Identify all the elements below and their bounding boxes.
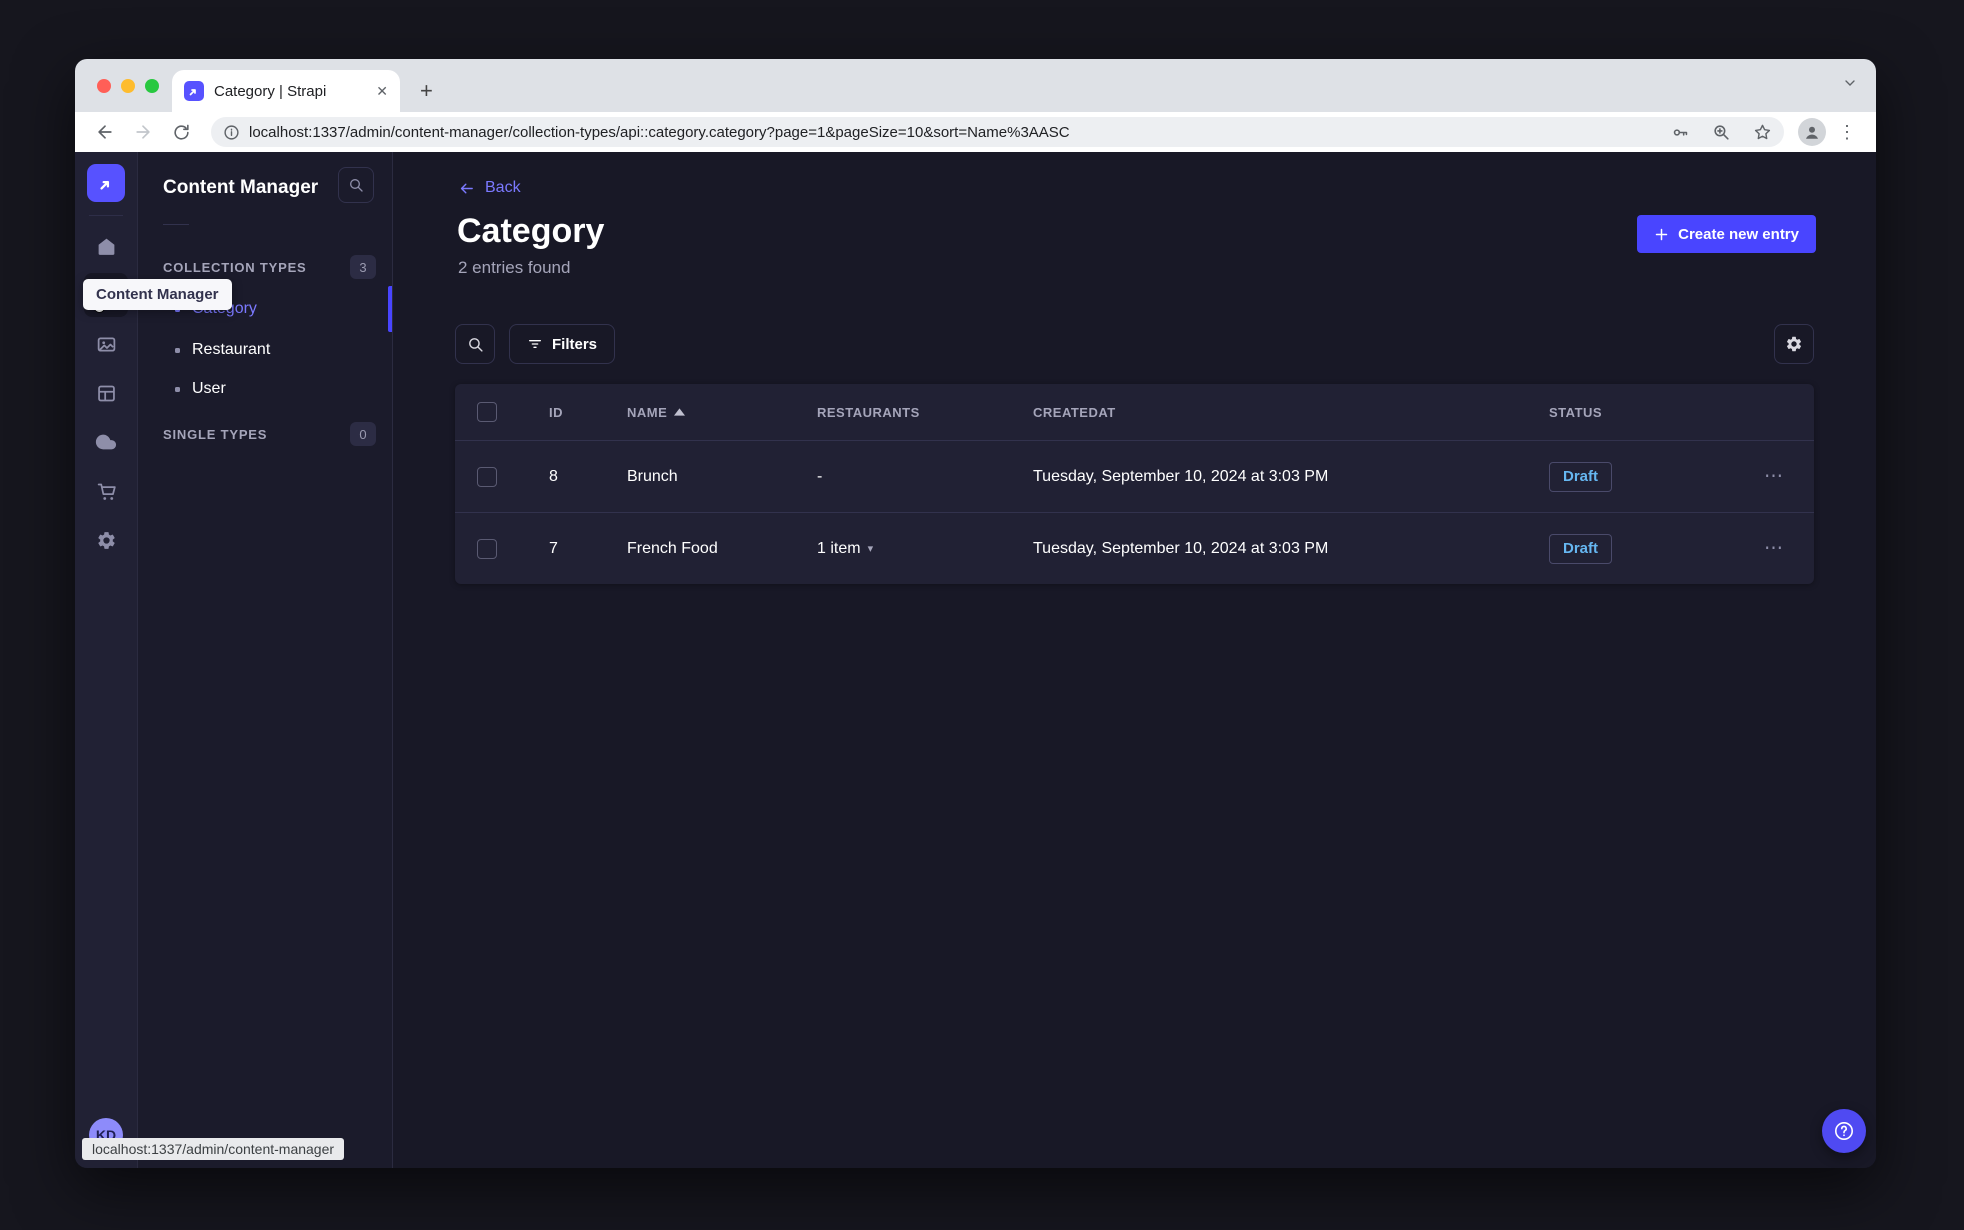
table-settings-button[interactable] xyxy=(1774,324,1814,364)
table-search-button[interactable] xyxy=(455,324,495,364)
create-button-label: Create new entry xyxy=(1678,225,1799,243)
subnav-item-label: User xyxy=(192,380,226,397)
back-label: Back xyxy=(485,179,521,196)
cell-createdat: Tuesday, September 10, 2024 at 3:03 PM xyxy=(1033,467,1329,485)
column-header-restaurants[interactable]: RESTAURANTS xyxy=(805,405,1021,420)
status-badge: Draft xyxy=(1549,461,1613,492)
subnav-search-button[interactable] xyxy=(338,167,374,203)
browser-status-bar: localhost:1337/admin/content-manager xyxy=(82,1138,345,1160)
browser-window: Category | Strapi ✕ + localhost:1337/adm… xyxy=(75,59,1876,1168)
table-header-row: ID NAME RESTAURANTS CREATEDAT STATUS xyxy=(455,384,1814,440)
single-types-label: SINGLE TYPES xyxy=(163,426,268,442)
back-arrow-icon xyxy=(460,183,473,193)
cell-restaurants: - xyxy=(817,467,823,485)
page-title: Category xyxy=(457,212,605,250)
sort-ascending-icon xyxy=(674,408,686,416)
new-tab-button[interactable]: + xyxy=(420,80,433,102)
maximize-window-button[interactable] xyxy=(145,79,159,93)
strapi-logo[interactable] xyxy=(87,164,125,202)
collection-types-count-badge: 3 xyxy=(350,255,376,279)
entries-table: ID NAME RESTAURANTS CREATEDAT STATUS 8 B… xyxy=(455,384,1814,584)
nav-settings-button[interactable] xyxy=(84,518,128,562)
subnav-item-label: Restaurant xyxy=(192,341,271,358)
content-manager-tooltip: Content Manager xyxy=(83,279,232,310)
window-controls xyxy=(97,79,159,93)
cell-name: Brunch xyxy=(627,467,678,485)
subnav-item-restaurant[interactable]: Restaurant xyxy=(163,330,392,370)
single-types-section: SINGLE TYPES 0 xyxy=(163,422,376,446)
reload-icon[interactable] xyxy=(165,116,197,148)
browser-toolbar: localhost:1337/admin/content-manager/col… xyxy=(75,112,1876,152)
tab-title: Category | Strapi xyxy=(214,82,327,100)
browser-tab[interactable]: Category | Strapi ✕ xyxy=(172,70,400,112)
close-tab-icon[interactable]: ✕ xyxy=(376,83,388,100)
cell-name: French Food xyxy=(627,539,718,557)
bookmark-star-icon[interactable] xyxy=(1746,116,1778,148)
caret-down-icon[interactable]: ▾ xyxy=(868,542,874,555)
nav-divider xyxy=(89,215,123,216)
nav-home-button[interactable] xyxy=(84,224,128,268)
filters-button[interactable]: Filters xyxy=(509,324,616,364)
column-header-id[interactable]: ID xyxy=(519,405,615,420)
status-badge: Draft xyxy=(1549,533,1613,564)
row-checkbox[interactable] xyxy=(477,538,497,559)
table-row[interactable]: 8 Brunch - Tuesday, September 10, 2024 a… xyxy=(455,440,1814,512)
cell-id: 8 xyxy=(549,467,558,485)
browser-profile-avatar[interactable] xyxy=(1798,118,1826,146)
url-text[interactable]: localhost:1337/admin/content-manager/col… xyxy=(249,124,1655,141)
row-actions-menu[interactable]: ⋯ xyxy=(1752,537,1814,560)
select-all-checkbox[interactable] xyxy=(477,402,497,422)
row-actions-menu[interactable]: ⋯ xyxy=(1752,465,1814,488)
subnav-item-user[interactable]: User xyxy=(163,369,392,409)
back-link[interactable]: Back xyxy=(458,179,521,197)
browser-tab-strip: Category | Strapi ✕ + xyxy=(75,59,1876,112)
nav-content-type-builder-button[interactable] xyxy=(84,371,128,415)
page-info-icon[interactable] xyxy=(223,124,240,141)
row-checkbox[interactable] xyxy=(477,466,497,487)
entries-count: 2 entries found xyxy=(458,258,571,277)
strapi-app: KD Content Manager COLLECTION TYPES 3 Ca… xyxy=(75,152,1876,1168)
bullet-icon xyxy=(175,347,180,353)
bullet-icon xyxy=(175,386,180,392)
column-header-status[interactable]: STATUS xyxy=(1537,405,1752,420)
cell-createdat: Tuesday, September 10, 2024 at 3:03 PM xyxy=(1033,539,1329,557)
table-row[interactable]: 7 French Food 1 item ▾ Tuesday, Septembe… xyxy=(455,512,1814,584)
main-content: Back Category 2 entries found Create new… xyxy=(393,152,1876,1168)
column-header-createdat[interactable]: CREATEDAT xyxy=(1021,405,1537,420)
cell-restaurants[interactable]: 1 item ▾ xyxy=(805,540,1021,558)
nav-marketplace-button[interactable] xyxy=(84,469,128,513)
collection-types-section: COLLECTION TYPES 3 xyxy=(163,255,376,279)
single-types-count-badge: 0 xyxy=(350,422,376,446)
column-header-name[interactable]: NAME xyxy=(615,405,805,420)
strapi-favicon-icon xyxy=(184,81,204,101)
create-new-entry-button[interactable]: Create new entry xyxy=(1637,215,1816,253)
password-key-icon[interactable] xyxy=(1664,116,1696,148)
subnav-divider xyxy=(163,224,189,225)
browser-menu-icon[interactable]: ⋮ xyxy=(1832,122,1862,143)
tab-search-chevron-icon[interactable] xyxy=(1842,75,1858,91)
question-mark-icon xyxy=(1835,1122,1853,1140)
active-item-indicator xyxy=(388,286,392,332)
nav-media-library-button[interactable] xyxy=(84,322,128,366)
close-window-button[interactable] xyxy=(97,79,111,93)
forward-icon[interactable] xyxy=(127,116,159,148)
filter-icon xyxy=(529,340,541,348)
nav-cloud-button[interactable] xyxy=(84,420,128,464)
subnav-title: Content Manager xyxy=(163,177,319,198)
zoom-icon[interactable] xyxy=(1705,116,1737,148)
help-button[interactable] xyxy=(1822,1109,1866,1153)
url-bar[interactable]: localhost:1337/admin/content-manager/col… xyxy=(211,117,1784,147)
cell-id: 7 xyxy=(549,539,558,557)
filters-label: Filters xyxy=(552,335,598,353)
collection-types-label: COLLECTION TYPES xyxy=(163,259,307,275)
plus-icon xyxy=(1655,228,1668,240)
minimize-window-button[interactable] xyxy=(121,79,135,93)
back-icon[interactable] xyxy=(89,116,121,148)
